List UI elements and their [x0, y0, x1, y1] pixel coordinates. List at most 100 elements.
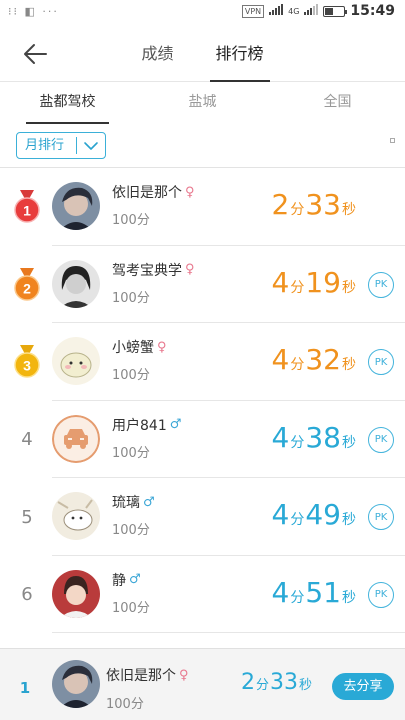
status-icons: VPN 4G 15:49 [241, 3, 395, 19]
time-minutes-unit: 分 [290, 512, 305, 528]
avatar[interactable] [52, 414, 100, 463]
exam-time: 2 分 33 秒 [272, 188, 357, 221]
period-dropdown[interactable]: 月排行 [16, 132, 106, 159]
battery-icon [323, 5, 348, 17]
user-name-text: 小螃蟹 [112, 340, 154, 356]
time-seconds-unit: 秒 [298, 678, 312, 693]
share-button[interactable]: 去分享 [332, 673, 394, 700]
header: 成绩 排行榜 [0, 26, 405, 82]
gold-medal-icon: 1 [10, 190, 44, 224]
time-seconds: 51 [305, 575, 341, 609]
user-score: 100分 [112, 290, 150, 306]
time-seconds: 33 [305, 188, 341, 221]
time-minutes-unit: 分 [290, 357, 305, 373]
top-tabs: 成绩 排行榜 [0, 26, 405, 82]
time-minutes-unit: 分 [290, 279, 305, 296]
my-score: 100分 [106, 697, 144, 712]
user-name-text: 依旧是那个 [112, 185, 182, 201]
female-icon: ♀ [185, 184, 195, 200]
tab-city[interactable]: 盐城 [135, 82, 270, 124]
avatar[interactable] [52, 492, 100, 540]
user-name: 用户841 ♂ [112, 415, 181, 435]
user-score: 100分 [112, 213, 150, 228]
list-item[interactable]: 2 驾考宝典学 ♀ 100分 4 分 19 秒 PK [0, 246, 405, 323]
avatar[interactable] [52, 569, 100, 618]
network-type: 4G [288, 6, 300, 16]
status-bar: ⁝⁝ ◧ ··· VPN 4G 15:49 [0, 0, 405, 26]
time-seconds: 33 [269, 670, 298, 695]
filter-bar: 月排行 [0, 124, 405, 168]
female-icon: ♀ [179, 667, 189, 683]
notification-icons: ⁝⁝ ◧ ··· [8, 5, 59, 18]
signal-icon-2 [304, 4, 319, 18]
divider [52, 632, 405, 633]
my-name-text: 依旧是那个 [106, 668, 176, 684]
list-item[interactable]: 3 小螃蟹 ♀ 100分 4 分 32 秒 PK [0, 323, 405, 401]
avatar[interactable] [52, 337, 100, 385]
exam-time: 4 分 32 秒 [272, 343, 357, 376]
female-icon: ♀ [185, 262, 195, 277]
user-name: 驾考宝典学 ♀ [112, 260, 195, 280]
vpn-icon: VPN [241, 4, 265, 18]
user-name: 琉璃 ♂ [112, 492, 155, 512]
list-item[interactable]: 6 静 ♂ 100分 4 分 51 秒 PK [0, 556, 405, 633]
user-score: 100分 [112, 523, 150, 538]
time-minutes-unit: 分 [290, 202, 305, 218]
time-minutes-unit: 分 [290, 589, 305, 606]
time-seconds-unit: 秒 [342, 512, 356, 528]
my-rank-number: 1 [19, 679, 31, 697]
user-name: 小螃蟹 ♀ [112, 337, 167, 357]
male-icon: ♂ [169, 417, 182, 432]
avatar[interactable] [52, 182, 100, 230]
medal-rank-text: 3 [23, 358, 31, 374]
silver-medal-icon: 2 [10, 267, 44, 302]
female-icon: ♀ [157, 339, 167, 355]
avatar[interactable] [52, 259, 100, 308]
time-seconds: 38 [305, 420, 341, 454]
time-minutes: 2 [271, 188, 290, 221]
user-score: 100分 [112, 445, 150, 461]
bronze-medal-icon: 3 [10, 345, 44, 379]
time-minutes-unit: 分 [255, 678, 269, 693]
time-seconds-unit: 秒 [342, 279, 356, 296]
corner-marker [390, 138, 395, 143]
time-seconds: 49 [305, 498, 341, 531]
user-name-text: 静 [112, 572, 126, 589]
user-score: 100分 [112, 600, 150, 616]
medal-rank-text: 1 [23, 203, 31, 219]
tab-national[interactable]: 全国 [270, 82, 405, 124]
time-seconds: 19 [305, 265, 341, 299]
time-minutes: 4 [271, 265, 290, 299]
exam-time: 4 分 19 秒 [272, 266, 357, 299]
time-minutes: 4 [271, 498, 290, 531]
pk-button[interactable]: PK [368, 271, 394, 298]
time-minutes: 2 [240, 670, 255, 695]
pk-button[interactable]: PK [368, 504, 394, 530]
region-tabs: 盐都驾校 盐城 全国 [0, 82, 405, 124]
rank-number: 5 [21, 506, 33, 528]
pk-button[interactable]: PK [368, 426, 394, 453]
time-minutes-unit: 分 [290, 434, 305, 451]
pk-button[interactable]: PK [368, 581, 394, 608]
male-icon: ♂ [143, 494, 155, 510]
rank-number: 6 [21, 584, 33, 605]
list-item[interactable]: 5 琉璃 ♂ 100分 4 分 49 秒 PK [0, 478, 405, 556]
clock: 15:49 [350, 3, 395, 19]
tab-driving-school[interactable]: 盐都驾校 [0, 82, 135, 124]
time-seconds-unit: 秒 [342, 589, 356, 606]
list-item[interactable]: 4 用户841 ♂ 100分 4 分 38 秒 PK [0, 401, 405, 478]
my-avatar[interactable] [52, 660, 100, 708]
user-name: 依旧是那个 ♀ [112, 182, 195, 202]
time-minutes: 4 [271, 420, 290, 454]
time-seconds-unit: 秒 [342, 357, 356, 373]
time-seconds: 32 [305, 343, 341, 376]
tab-leaderboard[interactable]: 排行榜 [209, 26, 270, 82]
my-exam-time: 2 分 33 秒 [241, 670, 313, 695]
chevron-down-icon [77, 141, 105, 151]
list-item[interactable]: 1 依旧是那个 ♀ 100分 2 分 33 秒 [0, 168, 405, 246]
exam-time: 4 分 51 秒 [272, 576, 357, 609]
user-name-text: 驾考宝典学 [112, 262, 182, 279]
tab-scores[interactable]: 成绩 [137, 26, 177, 82]
period-dropdown-label: 月排行 [17, 137, 77, 154]
pk-button[interactable]: PK [368, 349, 394, 375]
